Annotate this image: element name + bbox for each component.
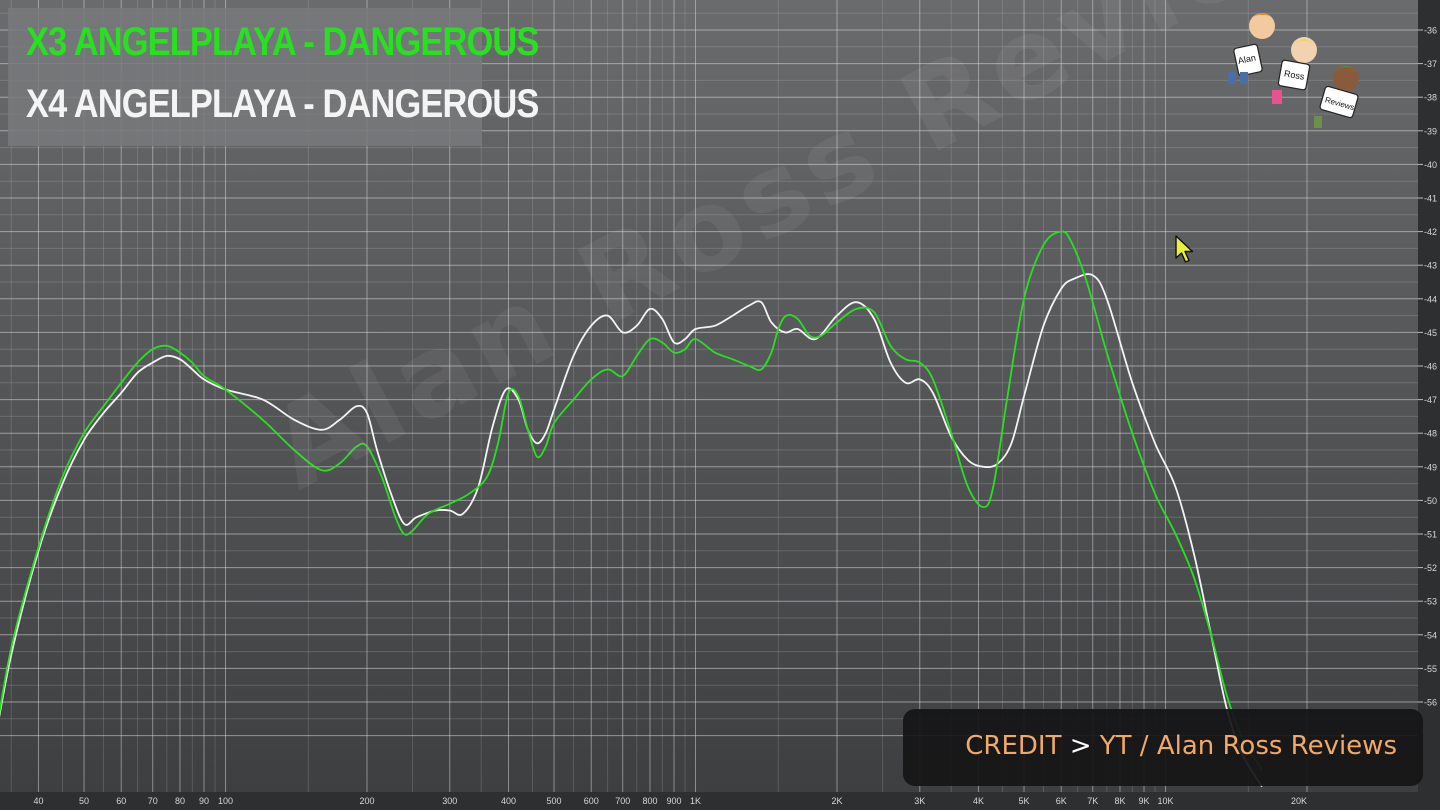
y-tick-label: -50 <box>1424 496 1437 506</box>
x-tick-label: 700 <box>615 796 630 806</box>
x-tick-label: 6K <box>1056 796 1067 806</box>
legend-box: X3 ANGELPLAYA - DANGEROUS X4 ANGELPLAYA … <box>8 8 539 146</box>
y-tick-label: -43 <box>1424 261 1437 271</box>
y-tick-label: -39 <box>1424 126 1437 136</box>
y-tick-label: -38 <box>1424 93 1437 103</box>
x-tick-label: 60 <box>116 796 126 806</box>
x-tick-label: 80 <box>175 796 185 806</box>
x-tick-label: 40 <box>33 796 43 806</box>
y-tick-label: -49 <box>1424 462 1437 472</box>
y-tick-label: -55 <box>1424 664 1437 674</box>
credit-box: CREDIT > YT / Alan Ross Reviews <box>903 709 1423 786</box>
y-tick-label: -45 <box>1424 328 1437 338</box>
x-tick-label: 9K <box>1139 796 1150 806</box>
x-tick-label: 1K <box>690 796 701 806</box>
x-tick-label: 10K <box>1158 796 1174 806</box>
y-tick-label: -46 <box>1424 362 1437 372</box>
x-tick-label: 100 <box>218 796 233 806</box>
x-tick-label: 200 <box>359 796 374 806</box>
alan-ross-reviews-logo: Alan Ross Reviews <box>1228 13 1359 128</box>
y-tick-label: -44 <box>1424 294 1437 304</box>
y-tick-label: -48 <box>1424 429 1437 439</box>
y-tick-label: -37 <box>1424 59 1437 69</box>
y-tick-label: -42 <box>1424 227 1437 237</box>
y-tick-label: -40 <box>1424 160 1437 170</box>
x-tick-label: 500 <box>547 796 562 806</box>
x-tick-label: 8K <box>1114 796 1125 806</box>
x-tick-label: 3K <box>914 796 925 806</box>
credit-prefix: CREDIT <box>965 731 1062 761</box>
y-tick-label: -41 <box>1424 194 1437 204</box>
credit-source: YT / Alan Ross Reviews <box>1099 731 1397 761</box>
legend-x3-label: X3 ANGELPLAYA - DANGEROUS <box>26 20 539 64</box>
credit-arrow: > <box>1069 731 1092 761</box>
x-tick-label: 2K <box>831 796 842 806</box>
y-tick-label: -36 <box>1424 26 1437 36</box>
y-tick-label: -52 <box>1424 563 1437 573</box>
credit-text: CREDIT > YT / Alan Ross Reviews <box>965 731 1397 761</box>
x-tick-label: 20K <box>1291 796 1307 806</box>
x-tick-label: 90 <box>199 796 209 806</box>
x-tick-label: 900 <box>666 796 681 806</box>
x-tick-label: 7K <box>1087 796 1098 806</box>
y-tick-label: -56 <box>1424 698 1437 708</box>
x-tick-label: 600 <box>584 796 599 806</box>
x-tick-label: 5K <box>1019 796 1030 806</box>
y-tick-label: -53 <box>1424 597 1437 607</box>
x-tick-label: 800 <box>642 796 657 806</box>
x-tick-label: 50 <box>79 796 89 806</box>
y-tick-label: -51 <box>1424 530 1437 540</box>
x-tick-label: 400 <box>501 796 516 806</box>
mouse-cursor-icon <box>1175 235 1194 263</box>
x-tick-label: 4K <box>973 796 984 806</box>
y-tick-label: -47 <box>1424 395 1437 405</box>
x-tick-label: 300 <box>442 796 457 806</box>
y-tick-label: -54 <box>1424 630 1437 640</box>
x-tick-label: 70 <box>148 796 158 806</box>
legend-x4-label: X4 ANGELPLAYA - DANGEROUS <box>26 82 539 126</box>
x-axis-strip <box>0 792 1440 810</box>
